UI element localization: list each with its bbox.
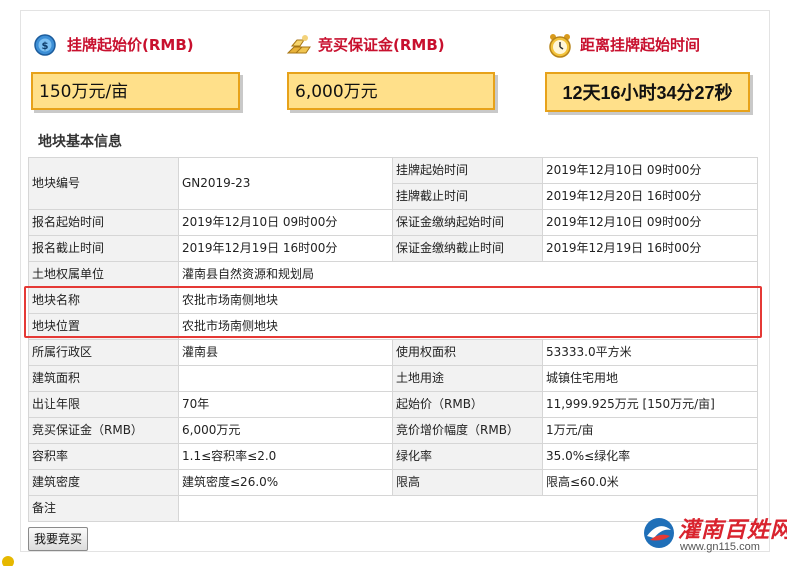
green-value: 35.0%≤绿化率 [542, 443, 758, 470]
table-row: 建筑面积 土地用途 城镇住宅用地 [28, 365, 758, 392]
land-use-value: 城镇住宅用地 [542, 365, 758, 392]
parcel-no-value: GN2019-23 [178, 157, 393, 210]
start-price-label: 起始价（RMB） [392, 391, 543, 418]
deposit-title: 竞买保证金(RMB) [318, 36, 445, 54]
gold-bars-icon [285, 33, 311, 57]
table-row: 出让年限 70年 起始价（RMB） 11,999.925万元 [150万元/亩] [28, 391, 758, 418]
table-row: 报名起始时间 2019年12月10日 09时00分 保证金缴纳起始时间 2019… [28, 209, 758, 236]
section-title: 地块基本信息 [38, 134, 122, 150]
start-price-value: 150万元/亩 [31, 72, 240, 110]
listing-start-label: 挂牌起始时间 [392, 157, 543, 184]
listing-end-value: 2019年12月20日 16时00分 [542, 183, 758, 210]
alarm-clock-icon [548, 33, 572, 58]
term-label: 出让年限 [28, 391, 179, 418]
bid-deposit-label: 竞买保证金（RMB） [28, 417, 179, 444]
green-label: 绿化率 [392, 443, 543, 470]
table-row: 土地权属单位 灌南县自然资源和规划局 [28, 261, 758, 288]
height-value: 限高≤60.0米 [542, 469, 758, 496]
land-use-label: 土地用途 [392, 365, 543, 392]
parcel-info-table: 地块编号 GN2019-23 挂牌起始时间 2019年12月10日 09时00分… [28, 157, 758, 522]
table-row: 报名截止时间 2019年12月19日 16时00分 保证金缴纳截止时间 2019… [28, 235, 758, 262]
start-price-title: 挂牌起始价(RMB) [67, 36, 194, 54]
district-value: 灌南县 [178, 339, 393, 366]
highlight-box [24, 286, 762, 338]
table-row: 建筑密度 建筑密度≤26.0% 限高 限高≤60.0米 [28, 469, 758, 496]
money-coin-icon: $ [33, 33, 57, 57]
bid-button[interactable]: 我要竞买 [28, 527, 89, 551]
parcel-no-label: 地块编号 [28, 157, 179, 210]
svg-text:$: $ [42, 41, 49, 52]
table-row: 所属行政区 灌南县 使用权面积 53333.0平方米 [28, 339, 758, 366]
countdown-value: 12天16小时34分27秒 [545, 72, 750, 112]
listing-end-label: 挂牌截止时间 [392, 183, 543, 210]
deposit-start-label: 保证金缴纳起始时间 [392, 209, 543, 236]
countdown-title: 距离挂牌起始时间 [580, 36, 701, 54]
increment-label: 竞价增价幅度（RMB） [392, 417, 543, 444]
area-value: 53333.0平方米 [542, 339, 758, 366]
deposit-end-label: 保证金缴纳截止时间 [392, 235, 543, 262]
area-label: 使用权面积 [392, 339, 543, 366]
district-label: 所属行政区 [28, 339, 179, 366]
far-value: 1.1≤容积率≤2.0 [178, 443, 393, 470]
listing-start-value: 2019年12月10日 09时00分 [542, 157, 758, 184]
bid-deposit-value: 6,000万元 [178, 417, 393, 444]
watermark-emblem-icon [642, 516, 676, 554]
reg-end-label: 报名截止时间 [28, 235, 179, 262]
building-area-value [178, 365, 393, 392]
start-price-table-value: 11,999.925万元 [150万元/亩] [542, 391, 758, 418]
reg-end-value: 2019年12月19日 16时00分 [178, 235, 393, 262]
density-value: 建筑密度≤26.0% [178, 469, 393, 496]
remark-label: 备注 [28, 495, 179, 522]
notice-icon [2, 556, 14, 566]
reg-start-label: 报名起始时间 [28, 209, 179, 236]
watermark-brand: 灌南百姓网 [678, 518, 787, 543]
table-row: 竞买保证金（RMB） 6,000万元 竞价增价幅度（RMB） 1万元/亩 [28, 417, 758, 444]
owner-value: 灌南县自然资源和规划局 [178, 261, 758, 288]
deposit-end-value: 2019年12月19日 16时00分 [542, 235, 758, 262]
deposit-start-value: 2019年12月10日 09时00分 [542, 209, 758, 236]
owner-label: 土地权属单位 [28, 261, 179, 288]
density-label: 建筑密度 [28, 469, 179, 496]
bottom-cutoff-strip [0, 556, 787, 566]
increment-value: 1万元/亩 [542, 417, 758, 444]
deposit-value: 6,000万元 [287, 72, 495, 110]
table-row: 地块编号 GN2019-23 挂牌起始时间 2019年12月10日 09时00分 [28, 157, 758, 210]
far-label: 容积率 [28, 443, 179, 470]
height-label: 限高 [392, 469, 543, 496]
term-value: 70年 [178, 391, 393, 418]
table-row: 容积率 1.1≤容积率≤2.0 绿化率 35.0%≤绿化率 [28, 443, 758, 470]
reg-start-value: 2019年12月10日 09时00分 [178, 209, 393, 236]
watermark-logo: 灌南百姓网 www.gn115.com [640, 512, 787, 556]
watermark-url: www.gn115.com [680, 541, 760, 553]
building-area-label: 建筑面积 [28, 365, 179, 392]
